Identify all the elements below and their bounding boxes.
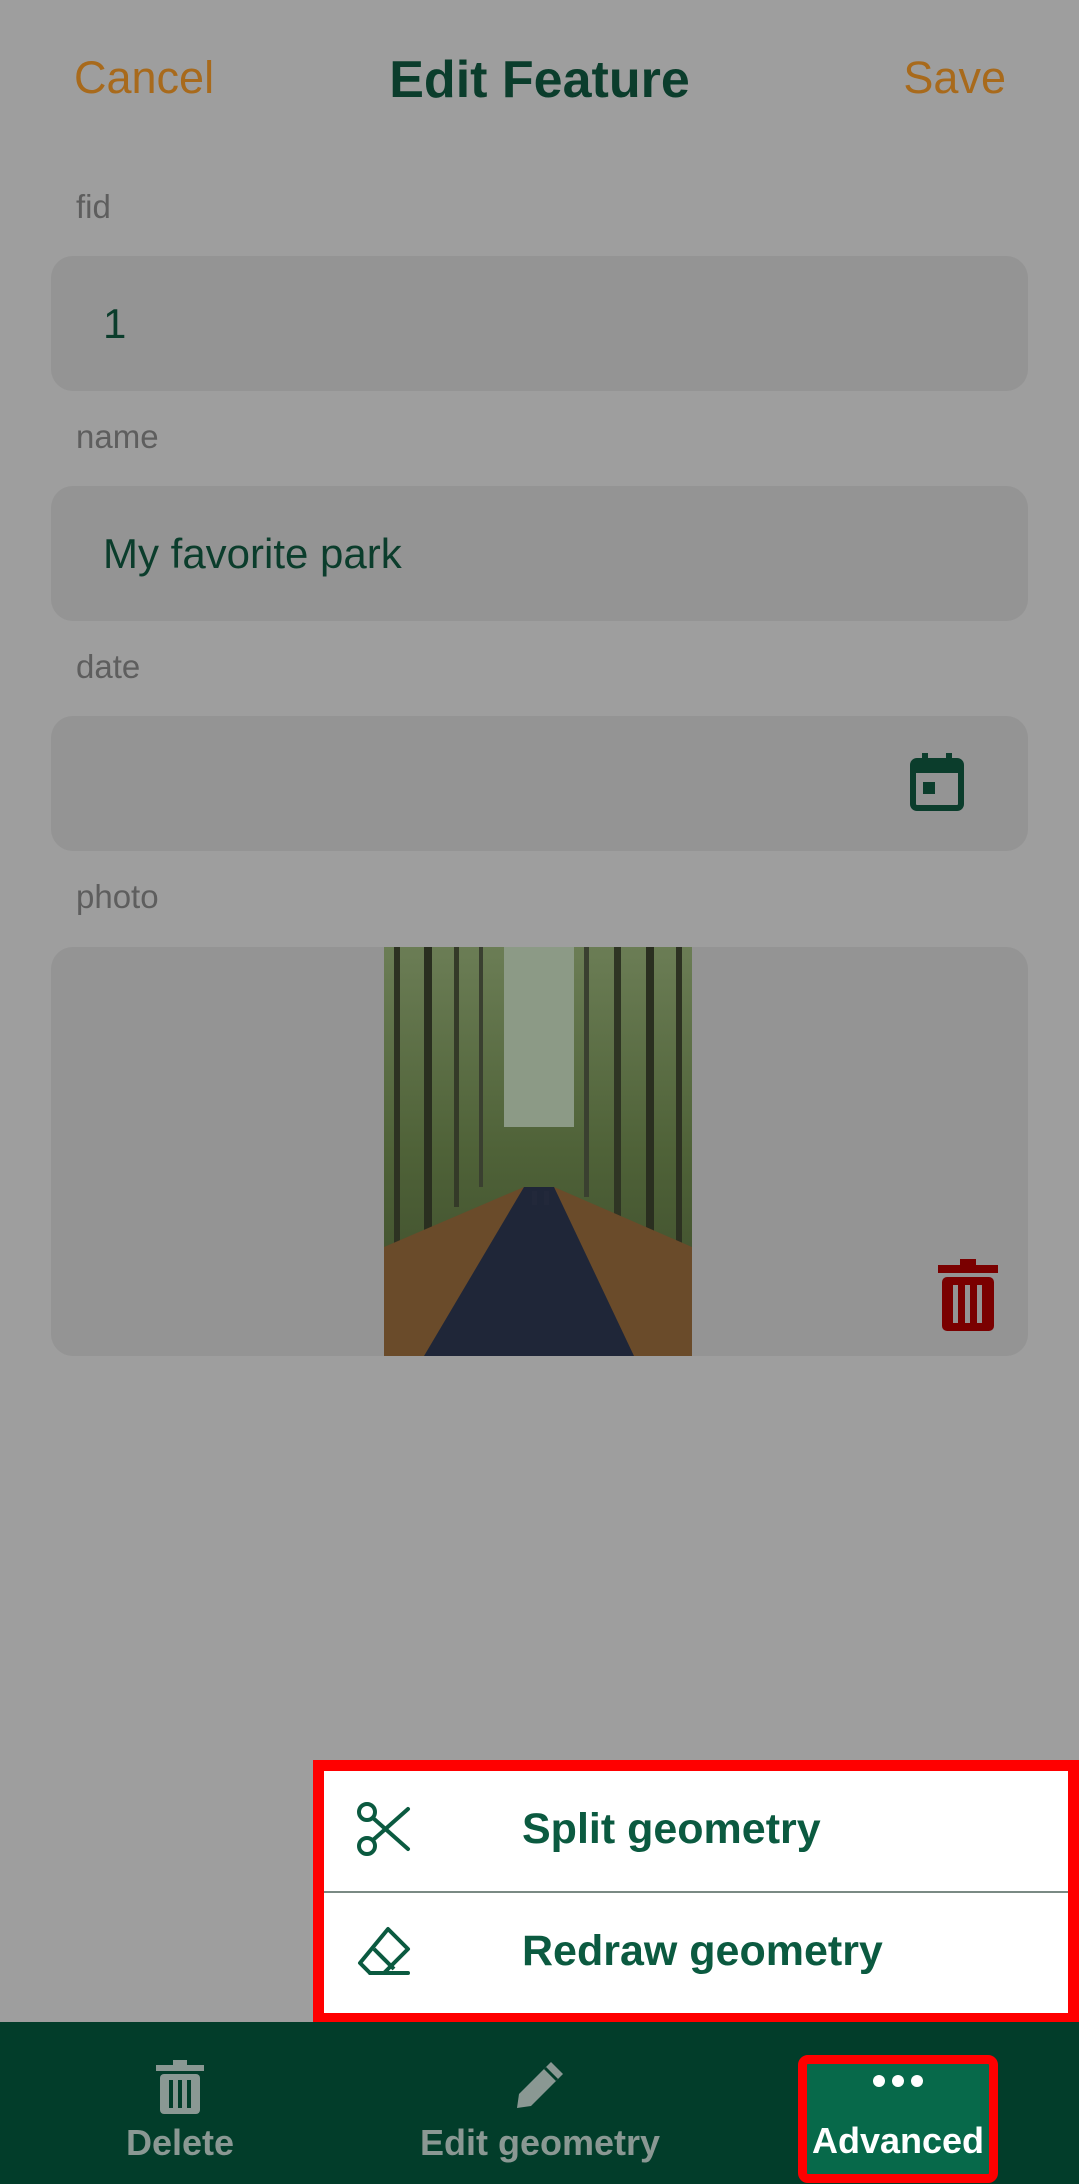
name-label: name (76, 418, 159, 455)
fid-label: fid (76, 188, 111, 225)
bottom-toolbar: Delete Edit geometry Advanced (0, 2022, 1079, 2184)
fid-field[interactable]: 1 (51, 256, 1028, 391)
advanced-menu: Split geometry Redraw geometry (313, 1760, 1079, 2024)
name-value: My favorite park (103, 530, 402, 577)
delete-photo-icon[interactable] (938, 1259, 998, 1331)
edit-geometry-button[interactable]: Edit geometry (410, 2022, 670, 2184)
advanced-button[interactable]: Advanced (798, 2055, 998, 2183)
redraw-geometry-item[interactable]: Redraw geometry (324, 1893, 1068, 2013)
pencil-icon (517, 2062, 563, 2108)
advanced-label: Advanced (811, 2120, 985, 2161)
delete-button[interactable]: Delete (100, 2022, 260, 2184)
more-dots-icon (873, 2075, 923, 2087)
calendar-icon[interactable] (910, 753, 964, 811)
date-label: date (76, 648, 141, 685)
date-field[interactable] (51, 716, 1028, 851)
header-bar: Cancel Edit Feature Save (0, 0, 1079, 165)
trash-icon (156, 2060, 204, 2114)
photo-label: photo (76, 878, 159, 915)
delete-label: Delete (125, 2122, 235, 2163)
split-geometry-label: Split geometry (522, 1805, 821, 1853)
photo-thumbnail[interactable] (384, 947, 692, 1356)
split-geometry-item[interactable]: Split geometry (324, 1771, 1068, 1893)
save-button[interactable]: Save (903, 52, 1006, 104)
name-field[interactable]: My favorite park (51, 486, 1028, 621)
scissors-icon (357, 1802, 410, 1856)
eraser-icon (358, 1927, 410, 1975)
edit-geometry-label: Edit geometry (419, 2122, 661, 2163)
photo-field (51, 947, 1028, 1356)
fid-value: 1 (103, 300, 127, 347)
redraw-geometry-label: Redraw geometry (522, 1927, 883, 1975)
